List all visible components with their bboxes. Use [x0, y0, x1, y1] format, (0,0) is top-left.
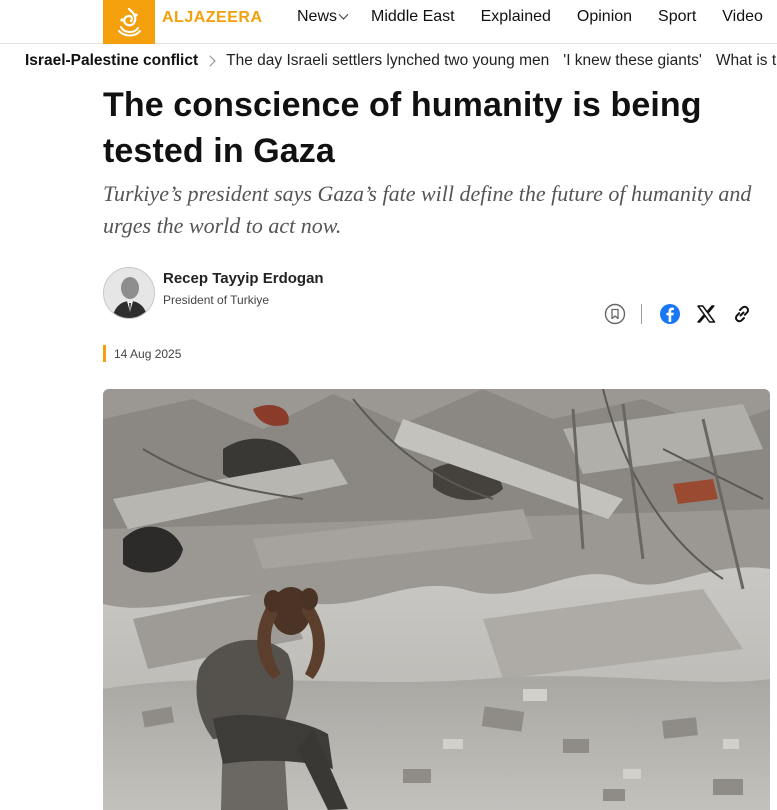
nav-item-video[interactable]: Video: [722, 8, 763, 26]
facebook-icon: [660, 304, 680, 324]
facebook-share-button[interactable]: [658, 302, 682, 326]
chevron-right-icon: [204, 55, 216, 67]
trending-strip: Israel-Palestine conflict The day Israel…: [0, 45, 777, 79]
trending-link[interactable]: The day Israeli settlers lynched two you…: [226, 52, 549, 70]
aljazeera-calligraphy-icon: [118, 7, 141, 37]
nav-item-label: News: [297, 8, 338, 25]
nav-item-opinion[interactable]: Opinion: [577, 8, 632, 26]
aljazeera-logo-mark[interactable]: [103, 0, 155, 44]
trending-link[interactable]: 'I knew these giants': [563, 52, 702, 70]
publish-date: 14 Aug 2025: [114, 347, 182, 361]
nav-item-sport[interactable]: Sport: [658, 8, 696, 26]
hero-image: [103, 389, 770, 810]
copy-link-button[interactable]: [730, 302, 754, 326]
author-avatar[interactable]: [103, 267, 155, 319]
trending-topic-link[interactable]: Israel-Palestine conflict: [25, 52, 198, 70]
author-title: President of Turkiye: [163, 293, 270, 307]
author-name[interactable]: Recep Tayyip Erdogan: [163, 270, 324, 287]
nav-item-explained[interactable]: Explained: [481, 8, 551, 26]
chevron-down-icon: [338, 9, 349, 20]
aljazeera-logo-text[interactable]: ALJAZEERA: [162, 9, 263, 27]
bookmark-button[interactable]: [603, 302, 627, 326]
main-nav: News Middle East Explained Opinion Sport…: [297, 8, 777, 26]
x-share-button[interactable]: [694, 302, 718, 326]
bookmark-icon: [604, 303, 626, 325]
top-navigation: ALJAZEERA News Middle East Explained Opi…: [0, 0, 777, 44]
rubble-photo: [103, 389, 770, 810]
author-portrait-icon: [104, 268, 154, 318]
date-accent-bar: [103, 345, 106, 362]
article-headline: The conscience of humanity is being test…: [103, 86, 702, 170]
trending-link[interactable]: What is the: [716, 52, 777, 70]
nav-item-middle-east[interactable]: Middle East: [371, 8, 455, 26]
article-standfirst: Turkiye’s president says Gaza’s fate wil…: [103, 181, 752, 238]
x-icon: [697, 305, 716, 323]
nav-item-news[interactable]: News: [297, 8, 349, 26]
link-icon: [734, 305, 750, 323]
share-divider: [641, 304, 642, 324]
